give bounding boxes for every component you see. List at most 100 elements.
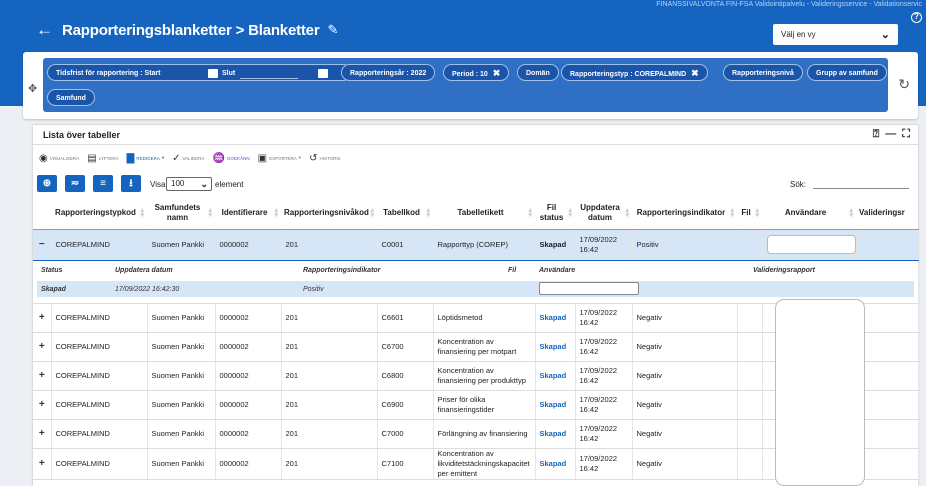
- filter-chips-area: Tidsfrist för rapportering : Start Slut …: [43, 58, 888, 112]
- filter-chip-group[interactable]: Grupp av samfund: [807, 64, 887, 81]
- column-header[interactable]: Rapporteringstypkod ▴ ▾: [51, 198, 147, 230]
- cell-status[interactable]: Skapad: [535, 332, 576, 362]
- user-input-multi[interactable]: [775, 299, 865, 486]
- lift-button[interactable]: ▤ LYFTERA: [87, 153, 118, 164]
- cell-label: Löptidsmetod: [433, 303, 536, 333]
- row-expand-toggle[interactable]: +: [33, 332, 52, 362]
- cell-id: 0000002: [215, 419, 282, 449]
- export-button[interactable]: ▣ EXPORTERA ▾: [258, 153, 301, 164]
- filter-chip-label: Period : 10: [452, 71, 488, 78]
- cell-id: 0000002: [215, 303, 282, 333]
- pin-icon[interactable]: ✥: [28, 82, 37, 95]
- help-icon[interactable]: ⍰: [873, 128, 880, 141]
- cell-status[interactable]: Skapad: [535, 448, 576, 480]
- row-expand-toggle[interactable]: +: [33, 390, 52, 420]
- cell-company: Suomen Pankki: [147, 419, 216, 449]
- close-icon[interactable]: ✖: [493, 68, 501, 78]
- cell-status[interactable]: Skapad: [535, 303, 576, 333]
- cell-level: 201: [281, 332, 378, 362]
- column-header[interactable]: Fil status ▴ ▾: [535, 198, 575, 230]
- page-size-select[interactable]: 100 ⌄: [166, 177, 212, 191]
- page-title: Rapporteringsblanketter > Blanketter: [62, 21, 320, 39]
- minimize-icon[interactable]: —: [885, 128, 896, 141]
- column-header[interactable]: Tabelletikett ▴ ▾: [433, 198, 535, 230]
- calendar-icon[interactable]: [318, 69, 328, 78]
- detail-date: 17/09/2022 16:42:30: [115, 285, 180, 293]
- cell-file: [737, 419, 763, 449]
- cell-level: 201: [281, 361, 378, 391]
- cell-code: C6900: [377, 390, 434, 420]
- visualize-button[interactable]: ◉ VISUALISERA: [39, 153, 79, 164]
- refresh-icon[interactable]: ↻: [898, 76, 910, 93]
- page-size-value: 100: [171, 179, 185, 188]
- column-header-label: Uppdatera datum: [580, 203, 620, 223]
- filter-chip-period[interactable]: Period : 10 ✖: [443, 64, 510, 81]
- column-header-label: Rapporteringsindikator: [636, 208, 726, 218]
- detail-header-validation: Valideringsrapport: [753, 266, 815, 274]
- calendar-icon[interactable]: [208, 69, 218, 78]
- row-expand-toggle[interactable]: +: [33, 361, 52, 391]
- date-start-label: Tidsfrist för rapportering : Start: [56, 70, 161, 77]
- cell-status[interactable]: Skapad: [535, 390, 576, 420]
- column-header-label: Rapporteringstypkod: [55, 208, 136, 218]
- detail-header-date: Uppdatera datum: [115, 266, 173, 274]
- cell-date: 17/09/2022 16:42: [575, 390, 633, 420]
- row-expand-toggle[interactable]: +: [33, 303, 52, 333]
- column-header[interactable]: Fil ▴ ▾: [737, 198, 762, 230]
- cell-date: 17/09/2022 16:42: [575, 361, 633, 391]
- tool-label: VISUALISERA: [49, 155, 80, 161]
- column-header-label: Användare: [784, 208, 827, 218]
- cell-validation: [856, 361, 919, 391]
- arrow-left-icon[interactable]: ←: [36, 20, 53, 40]
- filter-chip-company[interactable]: Samfund: [47, 89, 95, 106]
- filter-chip-year[interactable]: Rapporteringsår : 2022: [341, 64, 436, 81]
- detail-user-input[interactable]: [539, 281, 639, 295]
- tool-label: HISTORIK: [319, 155, 341, 161]
- column-header[interactable]: Rapporteringsindikator ▴ ▾: [632, 198, 737, 230]
- filter-list-button[interactable]: ≂: [65, 175, 85, 192]
- column-header[interactable]: Användare ▴ ▾: [762, 198, 856, 230]
- cell-type: COREPALMIND: [51, 419, 148, 449]
- cell-status[interactable]: Skapad: [535, 419, 576, 449]
- cell-status: Skapad: [535, 229, 576, 261]
- cell-type: COREPALMIND: [51, 332, 148, 362]
- help-icon[interactable]: ?: [911, 12, 922, 23]
- filter-chip-type[interactable]: Rapporteringstyp : COREPALMIND ✖: [561, 64, 708, 81]
- cell-code: C6800: [377, 361, 434, 391]
- cell-level: 201: [281, 448, 378, 480]
- column-header[interactable]: Rapporteringsnivåkod ▴ ▾: [281, 198, 377, 230]
- pencil-icon[interactable]: ✎: [327, 22, 338, 38]
- column-header[interactable]: Tabellkod ▴ ▾: [377, 198, 433, 230]
- fullscreen-icon[interactable]: ⛶: [902, 128, 910, 141]
- cell-type: COREPALMIND: [51, 361, 148, 391]
- cell-id: 0000002: [215, 448, 282, 480]
- add-button[interactable]: ⊕: [37, 175, 57, 192]
- column-header[interactable]: Samfundets namn ▴ ▾: [147, 198, 215, 230]
- document-icon: ▇: [126, 152, 135, 164]
- date-end-input[interactable]: [240, 78, 298, 79]
- file-icon: ▤: [87, 152, 97, 164]
- view-select[interactable]: Välj en vy ⌄: [773, 24, 898, 45]
- columns-button[interactable]: ≡: [93, 175, 113, 192]
- column-header[interactable]: Identifierare ▴ ▾: [215, 198, 281, 230]
- user-input[interactable]: [766, 235, 856, 254]
- filter-panel: ✥ Tidsfrist för rapportering : Start Slu…: [23, 52, 918, 119]
- filter-chip-domain[interactable]: Domän: [517, 64, 559, 81]
- cell-validation: [856, 303, 919, 333]
- table-row-selected[interactable]: − COREPALMIND Suomen Pankki 0000002 201 …: [33, 229, 919, 261]
- date-range-filter[interactable]: Tidsfrist för rapportering : Start Slut: [47, 64, 352, 81]
- column-header[interactable]: Uppdatera datum ▴ ▾: [575, 198, 632, 230]
- row-expand-toggle[interactable]: +: [33, 448, 52, 480]
- close-icon[interactable]: ✖: [691, 68, 699, 78]
- download-button[interactable]: ⭳: [121, 175, 141, 192]
- row-collapse-toggle[interactable]: −: [33, 229, 52, 261]
- approve-button[interactable]: ♒ GODKÄNN: [212, 153, 249, 164]
- edit-button[interactable]: ▇ REDIGERA ▾: [127, 153, 164, 164]
- column-header[interactable]: Valideringsr: [856, 198, 918, 230]
- history-button[interactable]: ↺ HISTORIK: [309, 153, 341, 164]
- row-expand-toggle[interactable]: +: [33, 419, 52, 449]
- validate-button[interactable]: ✓ VALIDERA: [172, 153, 204, 164]
- filter-chip-level[interactable]: Rapporteringsnivå: [723, 64, 803, 81]
- cell-status[interactable]: Skapad: [535, 361, 576, 391]
- search-input[interactable]: [813, 176, 909, 189]
